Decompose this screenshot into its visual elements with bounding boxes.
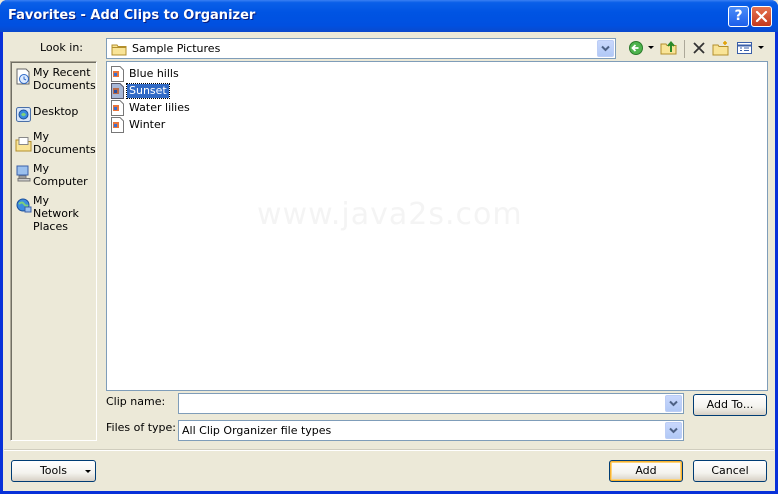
clip-name-dropdown-button[interactable] <box>665 395 682 412</box>
help-button[interactable]: ? <box>728 6 749 27</box>
places-bar: My Recent Documents Desktop My Documents… <box>10 61 97 441</box>
desktop-icon <box>16 107 31 122</box>
my-computer-icon <box>16 165 31 182</box>
folder-icon <box>111 44 127 56</box>
new-folder-icon[interactable] <box>712 40 730 56</box>
place-my-documents[interactable]: My Documents <box>14 130 96 160</box>
up-folder-icon[interactable] <box>660 40 678 56</box>
watermark: www.java2s.com <box>257 197 523 232</box>
files-of-type-dropdown-button[interactable] <box>665 422 682 439</box>
file-name: Blue hills <box>129 67 179 80</box>
file-list[interactable]: www.java2s.com Blue hills Sunset Water l… <box>106 61 768 391</box>
image-file-icon <box>111 83 124 99</box>
place-label: My Computer <box>33 162 88 188</box>
look-in-dropdown[interactable]: Sample Pictures <box>106 38 616 59</box>
chevron-down-icon <box>85 470 91 473</box>
place-network-places[interactable]: My Network Places <box>14 194 96 233</box>
image-file-icon <box>111 117 124 133</box>
chevron-down-icon <box>669 400 678 407</box>
back-icon[interactable] <box>627 40 645 56</box>
bottom-divider <box>4 449 774 451</box>
close-icon <box>755 10 768 23</box>
files-of-type-value: All Clip Organizer file types <box>182 424 332 437</box>
my-documents-icon <box>15 137 32 152</box>
tools-button[interactable]: Tools <box>11 460 96 482</box>
place-recent-documents[interactable]: My Recent Documents <box>14 66 96 96</box>
back-dropdown-icon[interactable] <box>648 46 654 50</box>
window-title: Favorites - Add Clips to Organizer <box>8 8 256 23</box>
place-label: Desktop <box>33 105 79 118</box>
look-in-dropdown-button[interactable] <box>597 40 614 57</box>
views-dropdown-icon[interactable] <box>758 46 764 50</box>
add-to-button[interactable]: Add To... <box>693 394 767 416</box>
files-of-type-dropdown[interactable]: All Clip Organizer file types <box>178 420 684 441</box>
toolbar-separator <box>684 40 685 58</box>
place-label: My Documents <box>33 130 96 156</box>
place-label: My Network Places <box>33 194 79 233</box>
place-label: My Recent Documents <box>33 66 96 92</box>
image-file-icon <box>111 66 124 82</box>
title-bar[interactable]: Favorites - Add Clips to Organizer ? <box>0 0 778 32</box>
files-of-type-label: Files of type: <box>106 421 177 434</box>
file-name: Winter <box>129 118 166 131</box>
tools-label: Tools <box>39 464 68 477</box>
close-button[interactable] <box>751 6 772 27</box>
look-in-value: Sample Pictures <box>132 42 221 55</box>
image-file-icon <box>111 100 124 116</box>
file-name: Water lilies <box>129 101 190 114</box>
cancel-button[interactable]: Cancel <box>693 460 767 482</box>
clip-name-label: Clip name: <box>106 395 166 408</box>
network-places-icon <box>16 198 32 213</box>
chevron-down-icon <box>601 45 610 52</box>
recent-documents-icon <box>16 68 30 85</box>
views-icon[interactable] <box>736 40 754 56</box>
delete-icon[interactable] <box>690 40 708 56</box>
look-in-label: Look in: <box>40 41 83 54</box>
chevron-down-icon <box>669 427 678 434</box>
place-my-computer[interactable]: My Computer <box>14 162 96 192</box>
file-name: Sunset <box>126 83 170 99</box>
help-icon: ? <box>734 8 743 24</box>
add-button[interactable]: Add <box>609 460 683 482</box>
clip-name-combo[interactable] <box>178 393 684 414</box>
